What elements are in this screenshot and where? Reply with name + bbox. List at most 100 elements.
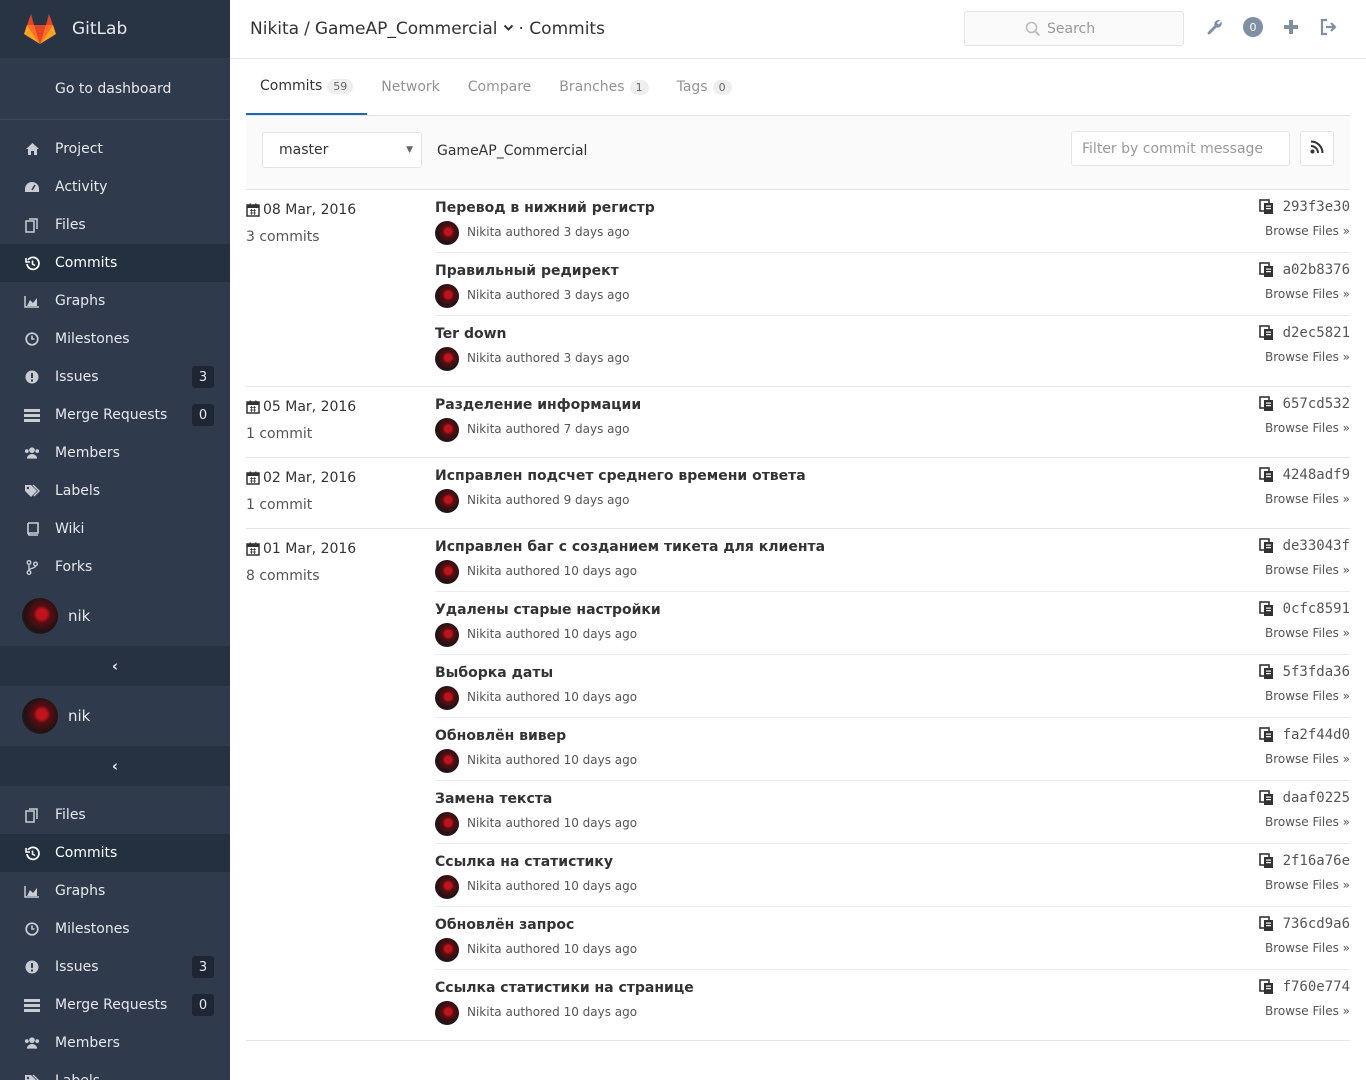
- browse-files-link[interactable]: Browse Files »: [1265, 492, 1350, 506]
- browse-files-link[interactable]: Browse Files »: [1265, 689, 1350, 703]
- sidebar-item-project[interactable]: Project: [0, 130, 230, 168]
- tab-compare[interactable]: Compare: [454, 59, 546, 115]
- sidebar-item-milestones[interactable]: Milestones: [0, 320, 230, 358]
- commit-title-link[interactable]: Выборка даты: [435, 665, 553, 681]
- clipboard-icon[interactable]: [1258, 853, 1275, 869]
- tab-commits[interactable]: Commits 59: [246, 59, 368, 115]
- browse-files-link[interactable]: Browse Files »: [1265, 224, 1350, 238]
- commit-sha-link[interactable]: 0cfc8591: [1283, 601, 1350, 617]
- brand-name[interactable]: GitLab: [72, 19, 127, 39]
- commit-sha-link[interactable]: 4248adf9: [1283, 467, 1350, 483]
- sidebar-item-graphs[interactable]: Graphs: [0, 872, 230, 910]
- commit-title-link[interactable]: Ссылка статистики на странице: [435, 980, 694, 996]
- tab-network[interactable]: Network: [367, 59, 453, 115]
- commit-sha-link[interactable]: 5f3fda36: [1283, 664, 1350, 680]
- sidebar-user[interactable]: nik: [0, 686, 230, 746]
- breadcrumb-owner[interactable]: Nikita: [250, 19, 299, 39]
- browse-files-link[interactable]: Browse Files »: [1265, 287, 1350, 301]
- browse-files-link[interactable]: Browse Files »: [1265, 1004, 1350, 1018]
- sidebar-item-labels[interactable]: Labels: [0, 472, 230, 510]
- author-avatar[interactable]: [435, 686, 459, 710]
- commit-title-link[interactable]: Правильный редирект: [435, 263, 619, 279]
- clipboard-icon[interactable]: [1258, 664, 1275, 680]
- chevron-down-icon[interactable]: [503, 22, 514, 36]
- browse-files-link[interactable]: Browse Files »: [1265, 350, 1350, 364]
- sidebar-item-wiki[interactable]: Wiki: [0, 510, 230, 548]
- author-avatar[interactable]: [435, 875, 459, 899]
- author-avatar[interactable]: [435, 418, 459, 442]
- sidebar-item-merge-requests[interactable]: Merge Requests 0: [0, 986, 230, 1024]
- sidebar-item-merge-requests[interactable]: Merge Requests 0: [0, 396, 230, 434]
- sidebar-item-issues[interactable]: Issues 3: [0, 358, 230, 396]
- clipboard-icon[interactable]: [1258, 262, 1275, 278]
- author-avatar[interactable]: [435, 1001, 459, 1025]
- sidebar-item-labels[interactable]: Labels: [0, 1062, 230, 1080]
- clipboard-icon[interactable]: [1258, 199, 1275, 215]
- browse-files-link[interactable]: Browse Files »: [1265, 815, 1350, 829]
- sidebar-item-files[interactable]: Files: [0, 206, 230, 244]
- todo-count-badge[interactable]: 0: [1243, 17, 1263, 37]
- sidebar-user[interactable]: nik: [0, 586, 230, 646]
- author-avatar[interactable]: [435, 812, 459, 836]
- commit-sha-link[interactable]: 657cd532: [1283, 396, 1350, 412]
- wrench-icon[interactable]: [1205, 17, 1225, 37]
- clipboard-icon[interactable]: [1258, 396, 1275, 412]
- commit-title-link[interactable]: Удалены старые настройки: [435, 602, 661, 618]
- commit-message-filter-input[interactable]: Filter by commit message: [1071, 131, 1290, 166]
- commit-sha-link[interactable]: fa2f44d0: [1283, 727, 1350, 743]
- browse-files-link[interactable]: Browse Files »: [1265, 878, 1350, 892]
- go-to-dashboard-link[interactable]: Go to dashboard: [0, 58, 230, 120]
- clipboard-icon[interactable]: [1258, 538, 1275, 554]
- author-avatar[interactable]: [435, 938, 459, 962]
- commit-sha-link[interactable]: a02b8376: [1283, 262, 1350, 278]
- commit-title-link[interactable]: Ссылка на статистику: [435, 854, 613, 870]
- clipboard-icon[interactable]: [1258, 727, 1275, 743]
- plus-icon[interactable]: [1281, 17, 1301, 37]
- author-avatar[interactable]: [435, 284, 459, 308]
- commit-title-link[interactable]: Обновлён запрос: [435, 917, 574, 933]
- sidebar-item-commits[interactable]: Commits: [0, 834, 230, 872]
- clipboard-icon[interactable]: [1258, 601, 1275, 617]
- commit-title-link[interactable]: Исправлен подсчет среднего времени ответ…: [435, 468, 806, 484]
- sidebar-item-milestones[interactable]: Milestones: [0, 910, 230, 948]
- collapse-sidebar-button[interactable]: ‹: [0, 746, 230, 786]
- breadcrumb-project[interactable]: GameAP_Commercial: [315, 19, 498, 39]
- sign-out-icon[interactable]: [1319, 17, 1339, 37]
- search-input[interactable]: Search: [964, 11, 1184, 46]
- commit-sha-link[interactable]: d2ec5821: [1283, 325, 1350, 341]
- sidebar-item-issues[interactable]: Issues 3: [0, 948, 230, 986]
- commit-sha-link[interactable]: f760e774: [1283, 979, 1350, 995]
- sidebar-item-graphs[interactable]: Graphs: [0, 282, 230, 320]
- commit-sha-link[interactable]: de33043f: [1283, 538, 1350, 554]
- sidebar-item-members[interactable]: Members: [0, 1024, 230, 1062]
- gitlab-logo-icon[interactable]: [22, 11, 58, 47]
- clipboard-icon[interactable]: [1258, 325, 1275, 341]
- browse-files-link[interactable]: Browse Files »: [1265, 752, 1350, 766]
- commit-title-link[interactable]: Замена текста: [435, 791, 552, 807]
- commit-sha-link[interactable]: 293f3e30: [1283, 199, 1350, 215]
- sidebar-item-activity[interactable]: Activity: [0, 168, 230, 206]
- collapse-sidebar-button[interactable]: ‹: [0, 646, 230, 686]
- browse-files-link[interactable]: Browse Files »: [1265, 421, 1350, 435]
- commit-title-link[interactable]: Перевод в нижний регистр: [435, 200, 655, 216]
- rss-button[interactable]: [1300, 131, 1334, 166]
- browse-files-link[interactable]: Browse Files »: [1265, 563, 1350, 577]
- commit-title-link[interactable]: Разделение информации: [435, 397, 641, 413]
- commit-sha-link[interactable]: 2f16a76e: [1283, 853, 1350, 869]
- author-avatar[interactable]: [435, 489, 459, 513]
- clipboard-icon[interactable]: [1258, 916, 1275, 932]
- author-avatar[interactable]: [435, 221, 459, 245]
- author-avatar[interactable]: [435, 749, 459, 773]
- sidebar-item-commits[interactable]: Commits: [0, 244, 230, 282]
- commit-sha-link[interactable]: daaf0225: [1283, 790, 1350, 806]
- sidebar-item-members[interactable]: Members: [0, 434, 230, 472]
- clipboard-icon[interactable]: [1258, 979, 1275, 995]
- tab-branches[interactable]: Branches 1: [545, 59, 662, 115]
- commit-title-link[interactable]: Обновлён вивер: [435, 728, 566, 744]
- author-avatar[interactable]: [435, 347, 459, 371]
- tab-tags[interactable]: Tags 0: [663, 59, 746, 115]
- browse-files-link[interactable]: Browse Files »: [1265, 941, 1350, 955]
- sidebar-item-forks[interactable]: Forks: [0, 548, 230, 586]
- clipboard-icon[interactable]: [1258, 790, 1275, 806]
- commit-title-link[interactable]: Исправлен баг с созданием тикета для кли…: [435, 539, 825, 555]
